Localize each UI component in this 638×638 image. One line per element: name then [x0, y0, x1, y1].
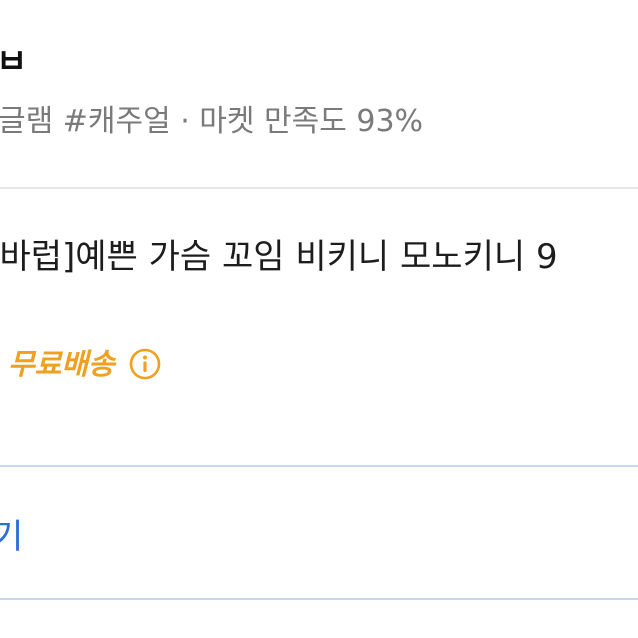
- bottom-link[interactable]: 기: [0, 514, 23, 560]
- free-shipping-label: 무료배송: [8, 347, 115, 381]
- product-title: l바럽]예쁜 가슴 꼬임 비키니 모노키니 9: [0, 237, 558, 277]
- product-detail-page: ㅂ 글램 #캐주얼 · 마켓 만족도 93% l바럽]예쁜 가슴 꼬임 비키니 …: [0, 0, 638, 638]
- divider: [0, 598, 638, 600]
- shipping-row: 무료배송: [8, 344, 161, 384]
- info-circle-icon[interactable]: [129, 348, 161, 380]
- store-meta: 글램 #캐주얼 · 마켓 만족도 93%: [0, 104, 424, 139]
- divider: [0, 187, 638, 189]
- store-name[interactable]: ㅂ: [0, 42, 27, 82]
- divider: [0, 465, 638, 467]
